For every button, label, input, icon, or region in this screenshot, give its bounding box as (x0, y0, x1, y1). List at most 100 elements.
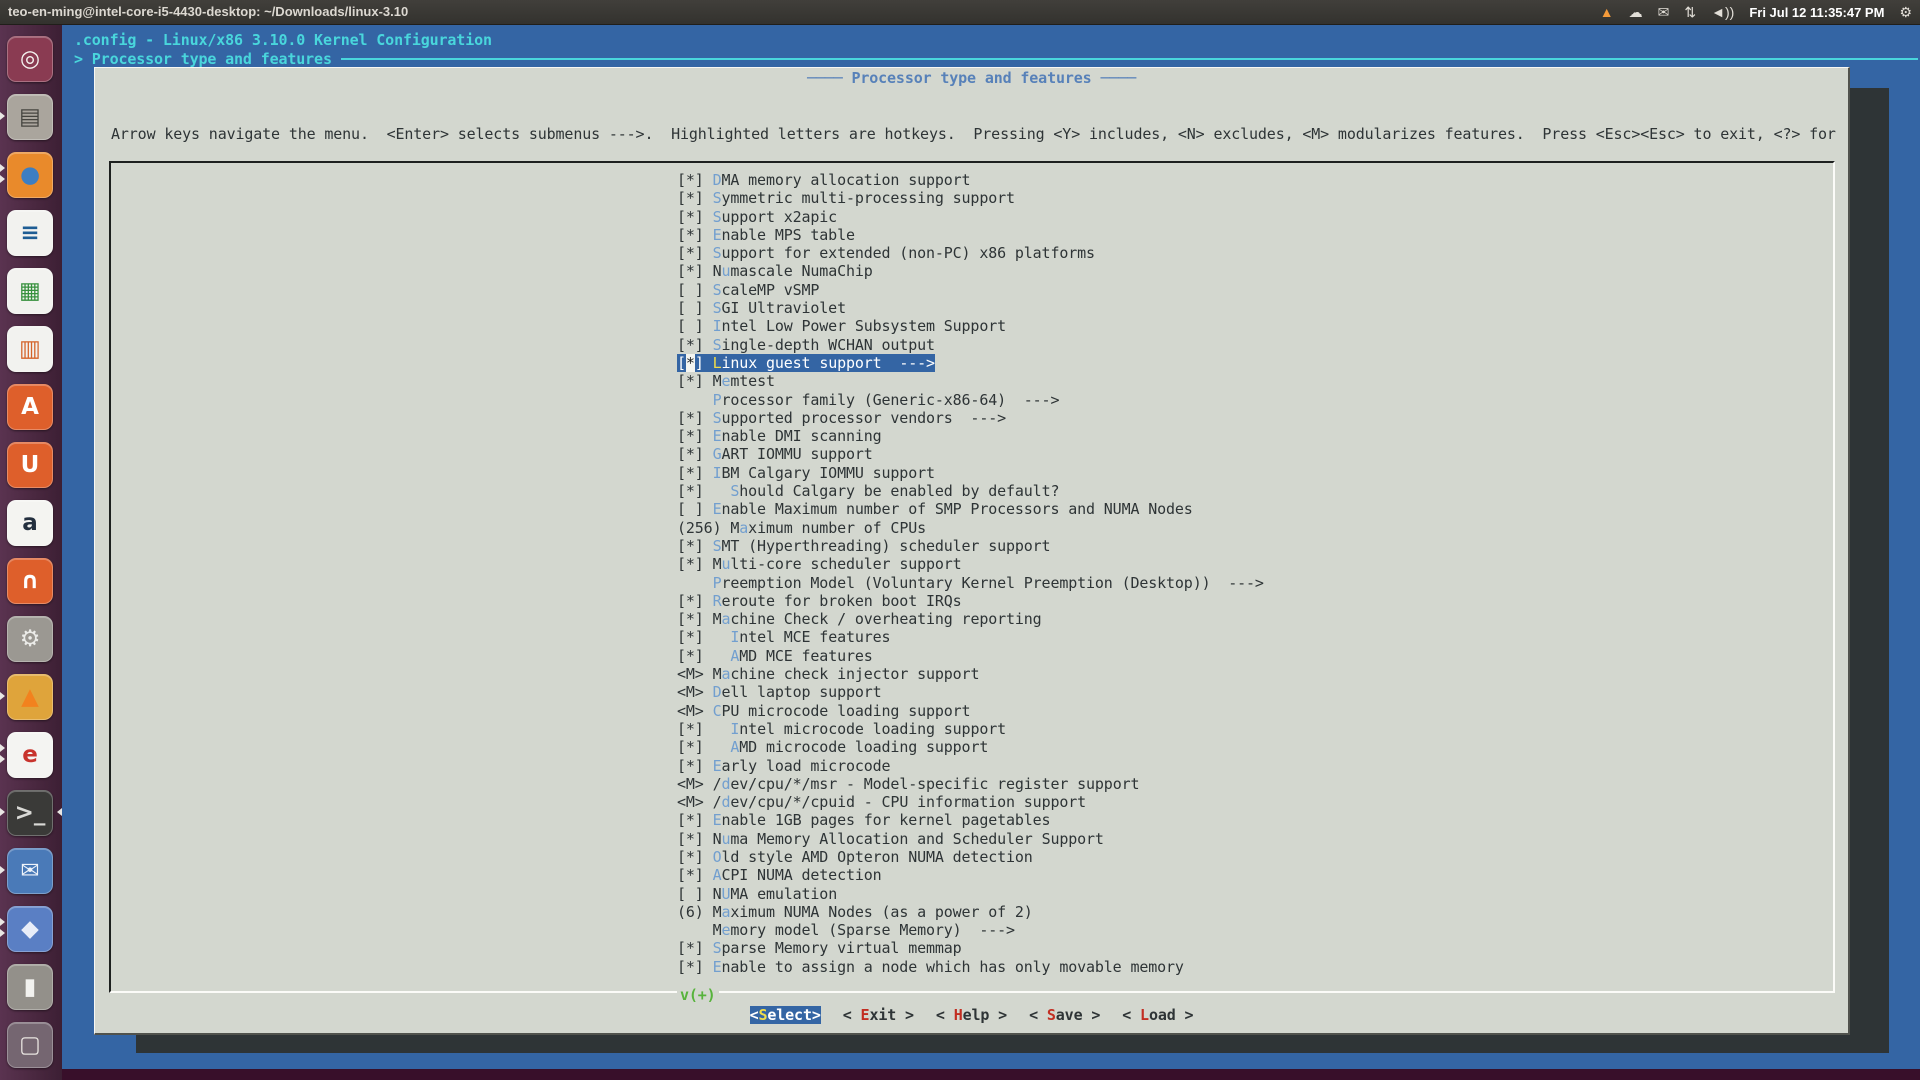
menu-item[interactable]: [*] Single-depth WCHAN output (677, 336, 1264, 354)
libreoffice-writer-icon: ≡ (20, 222, 39, 245)
launcher-item-virtualbox[interactable]: ◆ (7, 906, 53, 952)
menu-item[interactable]: [*] DMA memory allocation support (677, 171, 1264, 189)
usb-drive-icon: ▮ (24, 976, 37, 999)
launcher-item-files[interactable]: ▤ (7, 94, 53, 140)
running-indicator-arrow (0, 692, 5, 700)
launcher-item-ubuntuone-music[interactable]: ∩ (7, 558, 53, 604)
menu-item[interactable]: Preemption Model (Voluntary Kernel Preem… (677, 574, 1264, 592)
running-indicator-arrow (0, 112, 5, 120)
menu-item[interactable]: [*] Enable DMI scanning (677, 427, 1264, 445)
mail-indicator-icon[interactable]: ✉ (1658, 0, 1670, 24)
menu-item[interactable]: <M> /dev/cpu/*/msr - Model-specific regi… (677, 775, 1264, 793)
menu-item[interactable]: [*] AMD MCE features (677, 647, 1264, 665)
launcher-item-ubuntu-one[interactable]: U (7, 442, 53, 488)
libreoffice-impress-icon: ▥ (19, 338, 41, 361)
menu-item[interactable]: [ ] SGI Ultraviolet (677, 299, 1264, 317)
menu-item[interactable]: [*] Reroute for broken boot IRQs (677, 592, 1264, 610)
launcher-item-vlc[interactable]: ▲ (7, 674, 53, 720)
menu-item[interactable]: [*] GART IOMMU support (677, 445, 1264, 463)
menu-item[interactable]: [*] AMD microcode loading support (677, 738, 1264, 756)
menu-item[interactable]: [*] Sparse Memory virtual memmap (677, 939, 1264, 957)
running-indicator-arrow (0, 175, 5, 183)
launcher-item-evince[interactable]: e (7, 732, 53, 778)
menu-item[interactable]: [*] IBM Calgary IOMMU support (677, 464, 1264, 482)
menu-item-selected[interactable]: [*] Linux guest support ---> (677, 354, 1264, 372)
exit-button[interactable]: < Exit > (843, 1006, 914, 1024)
network-indicator-icon[interactable]: ⇅ (1684, 0, 1696, 24)
menu-item[interactable]: [ ] NUMA emulation (677, 885, 1264, 903)
launcher-item-libreoffice-writer[interactable]: ≡ (7, 210, 53, 256)
launcher-item-ubuntu-dash[interactable]: ◎ (7, 36, 53, 82)
vlc-tray-icon[interactable]: ▲ (1600, 0, 1614, 24)
menu-item[interactable]: [*] Symmetric multi-processing support (677, 189, 1264, 207)
files-icon: ▤ (19, 106, 41, 129)
menu-item[interactable]: [ ] Enable Maximum number of SMP Process… (677, 500, 1264, 518)
sound-indicator-icon[interactable]: ◄)) (1711, 0, 1734, 24)
menu-item[interactable]: (256) Maximum number of CPUs (677, 519, 1264, 537)
launcher-item-usb-drive[interactable]: ▮ (7, 964, 53, 1010)
menu-item[interactable]: [*] Intel microcode loading support (677, 720, 1264, 738)
launcher-item-firefox[interactable]: ● (7, 152, 53, 198)
menu-item[interactable]: [*] Should Calgary be enabled by default… (677, 482, 1264, 500)
menuconfig-dialog: ──── Processor type and features ──── Ar… (94, 67, 1850, 1035)
menu-item[interactable]: [*] Intel MCE features (677, 628, 1264, 646)
menuconfig-breadcrumb: > Processor type and features (74, 50, 332, 68)
window-title: teo-en-ming@intel-core-i5-4430-desktop: … (8, 4, 408, 19)
running-indicator-arrow (0, 866, 5, 874)
breadcrumb-rule (341, 58, 1918, 60)
menu-item[interactable]: [*] Supported processor vendors ---> (677, 409, 1264, 427)
launcher-item-trash[interactable]: ▢ (7, 1022, 53, 1068)
load-button[interactable]: < Load > (1122, 1006, 1193, 1024)
menu-item[interactable]: <M> Machine check injector support (677, 665, 1264, 683)
menu-item[interactable]: [*] Early load microcode (677, 757, 1264, 775)
session-gear-icon[interactable]: ⚙ (1899, 0, 1912, 24)
help-button[interactable]: < Help > (936, 1006, 1007, 1024)
menu-item[interactable]: [*] Enable MPS table (677, 226, 1264, 244)
menu-item[interactable]: [*] Numa Memory Allocation and Scheduler… (677, 830, 1264, 848)
menu-item[interactable]: <M> Dell laptop support (677, 683, 1264, 701)
launcher-item-system-settings[interactable]: ⚙ (7, 616, 53, 662)
menu-item[interactable]: [*] SMT (Hyperthreading) scheduler suppo… (677, 537, 1264, 555)
clock-indicator[interactable]: Fri Jul 12 11:35:47 PM (1749, 5, 1884, 20)
menu-item[interactable]: [*] Enable to assign a node which has on… (677, 958, 1264, 976)
menu-items: [*] DMA memory allocation support[*] Sym… (677, 171, 1264, 976)
amazon-icon: a (22, 512, 38, 535)
cloud-indicator-icon[interactable]: ☁ (1629, 0, 1643, 24)
menu-item[interactable]: [*] Support for extended (non-PC) x86 pl… (677, 244, 1264, 262)
select-button[interactable]: <Select> (750, 1006, 821, 1024)
indicator-area: ▲ ☁ ✉ ⇅ ◄)) Fri Jul 12 11:35:47 PM ⚙ (1600, 0, 1912, 24)
running-indicator-arrow (0, 918, 5, 926)
menu-item[interactable]: [*] Old style AMD Opteron NUMA detection (677, 848, 1264, 866)
menu-item[interactable]: Processor family (Generic-x86-64) ---> (677, 391, 1264, 409)
menu-item[interactable]: Memory model (Sparse Memory) ---> (677, 921, 1264, 939)
menu-item[interactable]: [*] Enable 1GB pages for kernel pagetabl… (677, 811, 1264, 829)
unity-launcher: ◎ ▤ ● ≡ ▦ ▥ AUa ∩ ⚙ ▲ e >_ ✉ ◆ ▮ ▢ (0, 25, 62, 1080)
menu-item[interactable]: (6) Maximum NUMA Nodes (as a power of 2) (677, 903, 1264, 921)
launcher-item-software-center[interactable]: A (7, 384, 53, 430)
menu-item[interactable]: [*] ACPI NUMA detection (677, 866, 1264, 884)
launcher-item-libreoffice-calc[interactable]: ▦ (7, 268, 53, 314)
menu-item[interactable]: <M> /dev/cpu/*/cpuid - CPU information s… (677, 793, 1264, 811)
system-settings-icon: ⚙ (20, 628, 41, 651)
instructions-line-1: Arrow keys navigate the menu. <Enter> se… (111, 125, 1836, 143)
menu-item[interactable]: [*] Numascale NumaChip (677, 262, 1264, 280)
menu-item[interactable]: [*] Support x2apic (677, 208, 1264, 226)
menu-item[interactable]: <M> CPU microcode loading support (677, 702, 1264, 720)
terminal-window[interactable]: .config - Linux/x86 3.10.0 Kernel Config… (62, 25, 1920, 1069)
menu-list-box[interactable]: [*] DMA memory allocation support[*] Sym… (109, 161, 1835, 993)
launcher-item-libreoffice-impress[interactable]: ▥ (7, 326, 53, 372)
dialog-buttons: <Select> < Exit > < Help > < Save > < Load > (95, 1006, 1848, 1024)
menu-item[interactable]: [ ] ScaleMP vSMP (677, 281, 1264, 299)
launcher-item-thunderbird[interactable]: ✉ (7, 848, 53, 894)
ubuntu-dash-icon: ◎ (20, 48, 40, 71)
menuconfig-breadcrumb-row: > Processor type and features (74, 50, 1918, 68)
menu-item[interactable]: [*] Memtest (677, 372, 1264, 390)
menu-item[interactable]: [*] Machine Check / overheating reportin… (677, 610, 1264, 628)
launcher-item-terminal[interactable]: >_ (7, 790, 53, 836)
save-button[interactable]: < Save > (1029, 1006, 1100, 1024)
menu-item[interactable]: [*] Multi-core scheduler support (677, 555, 1264, 573)
menu-item[interactable]: [ ] Intel Low Power Subsystem Support (677, 317, 1264, 335)
running-indicator-arrow (0, 164, 5, 172)
launcher-item-amazon[interactable]: a (7, 500, 53, 546)
scroll-more-indicator: v(+) (677, 986, 719, 1004)
